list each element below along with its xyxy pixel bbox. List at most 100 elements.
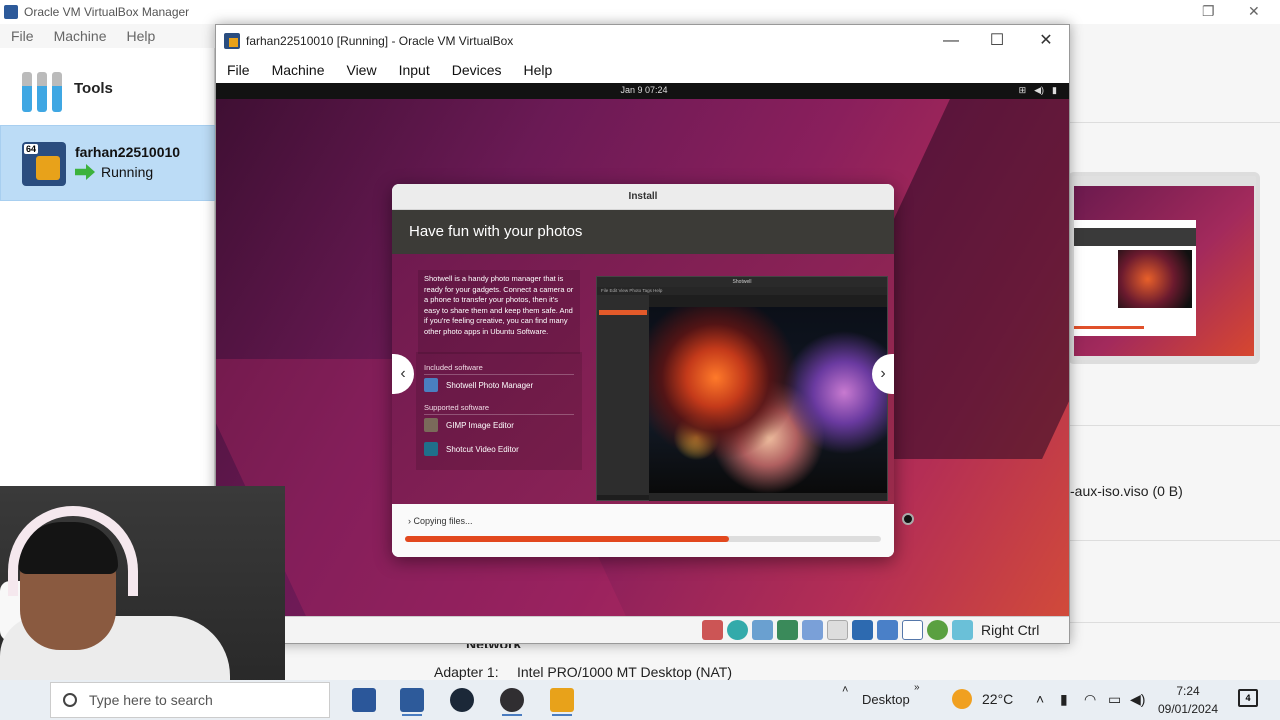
taskbar-obs[interactable]: [492, 684, 532, 716]
slide-heading: Have fun with your photos: [392, 210, 894, 254]
storage-detail: -aux-iso.viso (0 B): [1070, 483, 1183, 499]
included-software-label: Included software: [424, 363, 483, 372]
mouse-integration-icon[interactable]: [927, 620, 948, 640]
recording-icon[interactable]: [877, 620, 898, 640]
virtualbox-icon: [400, 688, 424, 712]
restore-icon[interactable]: ❐: [1202, 3, 1215, 20]
obs-icon: [500, 688, 524, 712]
wifi-icon[interactable]: ◠: [1084, 691, 1096, 708]
hard-disk-icon[interactable]: [702, 620, 723, 640]
tools-icon: [22, 64, 66, 112]
vm-menu-help[interactable]: Help: [513, 62, 564, 78]
vm-titlebar: farhan22510010 [Running] - Oracle VM Vir…: [216, 25, 1069, 57]
vm-preview: [1068, 172, 1260, 364]
menu-help[interactable]: Help: [126, 28, 155, 44]
vm-menubar: File Machine View Input Devices Help: [216, 57, 1069, 83]
vm-state-label: Running: [101, 164, 154, 180]
virtualbox-icon: [4, 5, 18, 19]
adapter-value: Intel PRO/1000 MT Desktop (NAT): [517, 664, 732, 680]
close-icon[interactable]: ✕: [1248, 3, 1260, 20]
gnome-top-bar: Jan 9 07:24 ⊞ ◀) ▮: [216, 83, 1069, 99]
previous-slide-button[interactable]: ‹: [392, 354, 414, 394]
network-adapter-icon[interactable]: [777, 620, 798, 640]
supported-app-name: GIMP Image Editor: [446, 420, 514, 430]
virtualbox-vm-icon: [224, 33, 240, 49]
guest-display[interactable]: Jan 9 07:24 ⊞ ◀) ▮ Install Have fun with y…: [216, 83, 1069, 616]
virtualization-icon[interactable]: [902, 620, 923, 640]
shotwell-screenshot: Shotwell File Edit View Photo Tags Help: [596, 276, 888, 501]
taskbar-search[interactable]: Type here to search: [50, 682, 330, 718]
display-icon[interactable]: [852, 620, 873, 640]
shotwell-icon: [424, 378, 438, 392]
battery-icon[interactable]: ▭: [1108, 691, 1121, 708]
gimp-icon: [424, 418, 438, 432]
keyboard-capture-icon[interactable]: [952, 620, 973, 640]
jellyfish-photo: [649, 307, 887, 493]
running-arrow-icon: [75, 164, 95, 180]
optical-drive-icon[interactable]: [727, 620, 748, 640]
taskbar-steam[interactable]: [442, 684, 482, 716]
divider: [1068, 622, 1280, 623]
taskbar-vm[interactable]: [542, 684, 582, 716]
supported-app-item: Shotcut Video Editor: [424, 442, 519, 456]
supported-app-name: Shotcut Video Editor: [446, 444, 519, 454]
vm-window-title: farhan22510010 [Running] - Oracle VM Vir…: [246, 34, 514, 48]
steam-icon: [450, 688, 474, 712]
adapter-label: Adapter 1:: [434, 664, 499, 680]
menu-machine[interactable]: Machine: [54, 28, 107, 44]
ubuntu-vm-icon: 64: [22, 142, 66, 186]
audio-icon[interactable]: [752, 620, 773, 640]
vm-menu-input[interactable]: Input: [388, 62, 441, 78]
maximize-icon[interactable]: ☐: [982, 31, 1012, 51]
headphones: [8, 506, 138, 596]
weather-icon[interactable]: [952, 689, 972, 709]
close-icon[interactable]: ✕: [1031, 31, 1061, 51]
weather-temperature[interactable]: 22°C: [982, 691, 1013, 707]
guest-tray[interactable]: ⊞ ◀) ▮: [1019, 85, 1057, 96]
status-icons: [702, 620, 973, 640]
shotcut-icon: [424, 442, 438, 456]
shared-folders-icon[interactable]: [827, 620, 848, 640]
vm-menu-machine[interactable]: Machine: [261, 62, 336, 78]
network-icon: ⊞: [1018, 85, 1027, 95]
tools-item[interactable]: Tools: [0, 58, 215, 118]
clock-time[interactable]: 7:24: [1158, 684, 1218, 698]
arch-badge: 64: [24, 144, 39, 154]
scroll-up-icon[interactable]: ˄: [842, 684, 848, 696]
guest-clock[interactable]: Jan 9 07:24: [616, 85, 672, 95]
vm-menu-devices[interactable]: Devices: [441, 62, 513, 78]
screenshot-title: Shotwell: [597, 277, 887, 287]
notification-icon[interactable]: 4: [1238, 689, 1258, 707]
vm-menu-file[interactable]: File: [216, 62, 261, 78]
vm-name: farhan22510010: [75, 144, 181, 160]
progress-text: Copying files...: [413, 516, 473, 526]
word-icon: [352, 688, 376, 712]
microphone-icon[interactable]: ▮: [1060, 691, 1068, 708]
progress-fill: [405, 536, 729, 542]
tools-label: Tools: [74, 79, 113, 97]
volume-icon[interactable]: ◀): [1130, 691, 1145, 708]
progress-bar: [405, 536, 881, 542]
minimize-icon[interactable]: —: [936, 31, 966, 51]
divider: [1068, 122, 1280, 123]
vm-menu-view[interactable]: View: [335, 62, 387, 78]
vm-app-icon: [550, 688, 574, 712]
menu-file[interactable]: File: [11, 28, 34, 44]
search-icon: [63, 693, 77, 707]
busy-cursor-icon: [902, 513, 914, 525]
installer-title: Install: [392, 184, 894, 210]
taskbar-virtualbox[interactable]: [392, 684, 432, 716]
manager-titlebar: Oracle VM VirtualBox Manager ❐ ✕: [0, 0, 1280, 24]
battery-icon: ▮: [1052, 85, 1057, 95]
clock-date[interactable]: 09/01/2024: [1150, 702, 1226, 716]
included-app-item: Shotwell Photo Manager: [424, 378, 533, 392]
usb-icon[interactable]: [802, 620, 823, 640]
host-key-label: Right Ctrl: [981, 622, 1040, 638]
vm-list-item[interactable]: 64 farhan22510010 Running: [0, 125, 215, 201]
expand-icon[interactable]: »: [914, 682, 920, 693]
desktop-toolbar[interactable]: Desktop: [862, 692, 910, 707]
taskbar-word[interactable]: [344, 684, 384, 716]
progress-label[interactable]: › Copying files...: [408, 516, 473, 526]
tray-chevron-icon[interactable]: ˄: [1036, 691, 1044, 707]
vm-state: Running: [75, 164, 153, 180]
